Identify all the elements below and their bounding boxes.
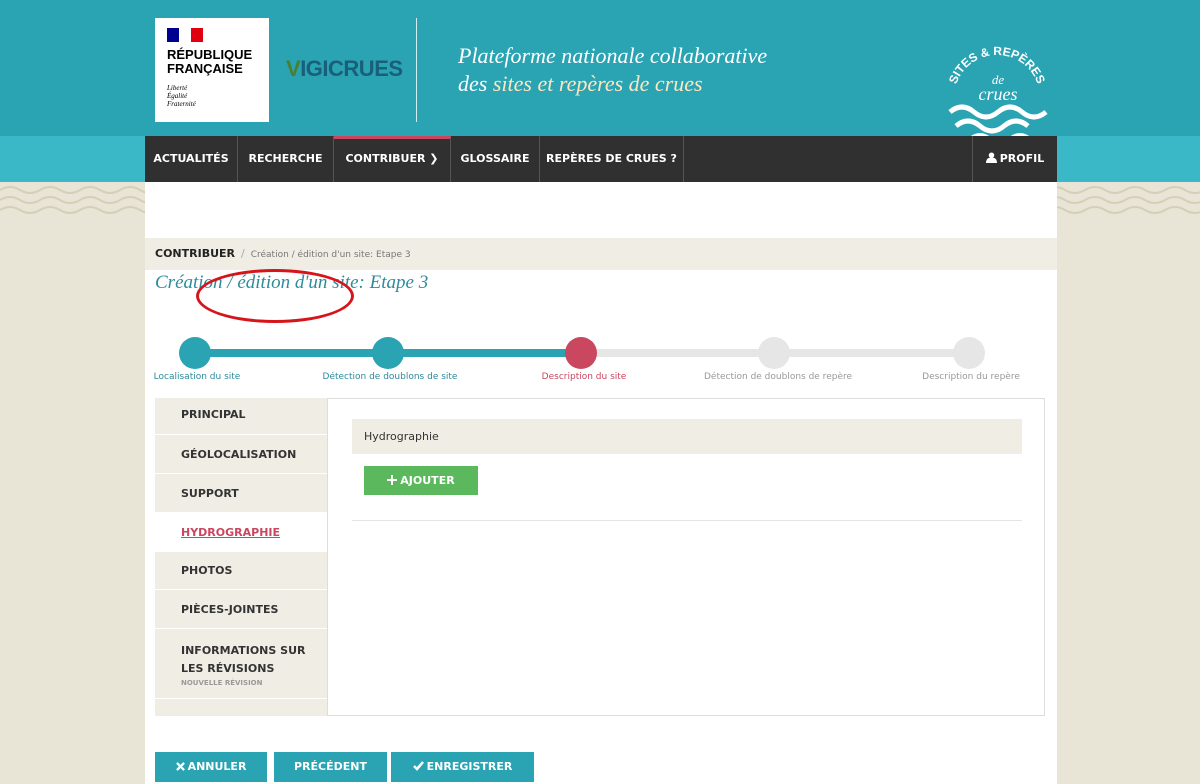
sidebar-item-revisions-sub: NOUVELLE RÉVISION <box>181 679 263 687</box>
profile-label: PROFIL <box>999 152 1045 165</box>
sites-reperes-logo[interactable]: SITES & REPÈRES de crues <box>942 46 1052 146</box>
sidebar-item-geolocalisation[interactable]: GÉOLOCALISATION <box>155 435 327 474</box>
tagline-prefix: des <box>458 71 493 96</box>
stepper-dot-1[interactable] <box>179 337 211 369</box>
sidebar-item-pieces-jointes[interactable]: PIÈCES-JOINTES <box>155 590 327 629</box>
rf-title: RÉPUBLIQUE FRANÇAISE <box>167 48 252 76</box>
republique-francaise-logo[interactable]: RÉPUBLIQUE FRANÇAISE Liberté Égalité Fra… <box>155 18 269 122</box>
nav-reperes-de-crues[interactable]: REPÈRES DE CRUES ? <box>540 136 684 182</box>
sidebar-item-photos[interactable]: PHOTOS <box>155 552 327 590</box>
sr-logo-crues: crues <box>979 84 1018 104</box>
x-icon <box>175 762 185 771</box>
tagline-highlight: sites et repères de crues <box>492 71 703 96</box>
rf-motto-1: Liberté <box>167 84 188 92</box>
french-flag-icon <box>167 28 203 42</box>
sidebar-item-hydrographie[interactable]: HYDROGRAPHIE <box>155 513 327 552</box>
cancel-label: ANNULER <box>187 760 247 773</box>
stepper-dot-2[interactable] <box>372 337 404 369</box>
stepper-dot-5 <box>953 337 985 369</box>
highlight-annotation <box>196 269 354 323</box>
rf-motto-2: Égalité <box>167 92 188 100</box>
vigicrues-text: IGICRUES <box>300 56 403 81</box>
site-tagline: Plateforme nationale collaborative des s… <box>458 42 767 98</box>
nav-profile[interactable]: PROFIL <box>972 136 1057 182</box>
breadcrumb-root[interactable]: CONTRIBUER <box>155 247 235 260</box>
rf-motto-3: Fraternité <box>167 100 196 108</box>
stepper-line-4 <box>774 349 969 357</box>
hydrographie-section-title: Hydrographie <box>352 419 1022 454</box>
sr-logo-wave-1 <box>948 104 1048 120</box>
progress-stepper: Localisation du site Détection de doublo… <box>145 332 1057 392</box>
sidebar-item-revisions[interactable]: INFORMATIONS SUR LES RÉVISIONS NOUVELLE … <box>155 629 327 699</box>
stepper-line-3 <box>581 349 774 357</box>
nav-recherche[interactable]: RECHERCHE <box>238 136 334 182</box>
content-divider <box>352 520 1022 521</box>
stepper-label-1: Localisation du site <box>153 372 241 382</box>
user-icon <box>985 152 997 163</box>
tagline-line2: des sites et repères de crues <box>458 70 767 98</box>
breadcrumb-separator: / <box>241 247 245 260</box>
nav-glossaire[interactable]: GLOSSAIRE <box>451 136 540 182</box>
sidebar-item-principal[interactable]: PRINCIPAL <box>155 398 327 435</box>
previous-button[interactable]: PRÉCÉDENT <box>274 752 387 782</box>
rf-title-line1: RÉPUBLIQUE <box>167 47 253 62</box>
stepper-line-2 <box>388 349 581 357</box>
stepper-label-4: Détection de doublons de repère <box>703 372 853 382</box>
check-icon <box>412 761 424 771</box>
hydrographie-panel: Hydrographie AJOUTER <box>327 398 1045 716</box>
sidebar-item-revisions-label: INFORMATIONS SUR LES RÉVISIONS <box>181 644 306 675</box>
site-header: RÉPUBLIQUE FRANÇAISE Liberté Égalité Fra… <box>0 0 1200 145</box>
nav-actualites[interactable]: ACTUALITÉS <box>145 136 238 182</box>
plus-icon <box>387 475 398 485</box>
stepper-label-5: Description du repère <box>922 372 1020 382</box>
nav-contribuer[interactable]: CONTRIBUER ❯ <box>334 136 451 182</box>
stepper-line-1 <box>195 349 388 357</box>
rf-title-line2: FRANÇAISE <box>167 61 243 76</box>
main-navigation: ACTUALITÉS RECHERCHE CONTRIBUER ❯ GLOSSA… <box>145 136 1057 182</box>
cancel-button[interactable]: ANNULER <box>155 752 267 782</box>
stepper-label-3: Description du site <box>541 372 627 382</box>
sr-logo-wave-2 <box>954 118 1030 134</box>
vigicrues-v: V <box>286 56 301 81</box>
vigicrues-logo[interactable]: VIGICRUES <box>286 56 403 82</box>
rf-motto: Liberté Égalité Fraternité <box>167 84 196 108</box>
add-hydrographie-button[interactable]: AJOUTER <box>364 466 478 495</box>
wave-decoration-left <box>0 186 155 214</box>
add-button-label: AJOUTER <box>400 474 455 487</box>
section-sidebar: PRINCIPAL GÉOLOCALISATION SUPPORT HYDROG… <box>155 398 327 716</box>
stepper-label-2: Détection de doublons de site <box>322 372 458 382</box>
save-label: ENREGISTRER <box>426 760 513 773</box>
header-divider <box>416 18 417 122</box>
stepper-dot-4 <box>758 337 790 369</box>
breadcrumb: CONTRIBUER / Création / édition d'un site:… <box>145 238 1057 270</box>
wave-decoration-right <box>1045 186 1200 214</box>
stepper-dot-3[interactable] <box>565 337 597 369</box>
tagline-line1: Plateforme nationale collaborative <box>458 43 768 68</box>
breadcrumb-current: Création / édition d'un site: Etape 3 <box>250 250 411 260</box>
sidebar-item-support[interactable]: SUPPORT <box>155 474 327 513</box>
save-button[interactable]: ENREGISTRER <box>391 752 534 782</box>
